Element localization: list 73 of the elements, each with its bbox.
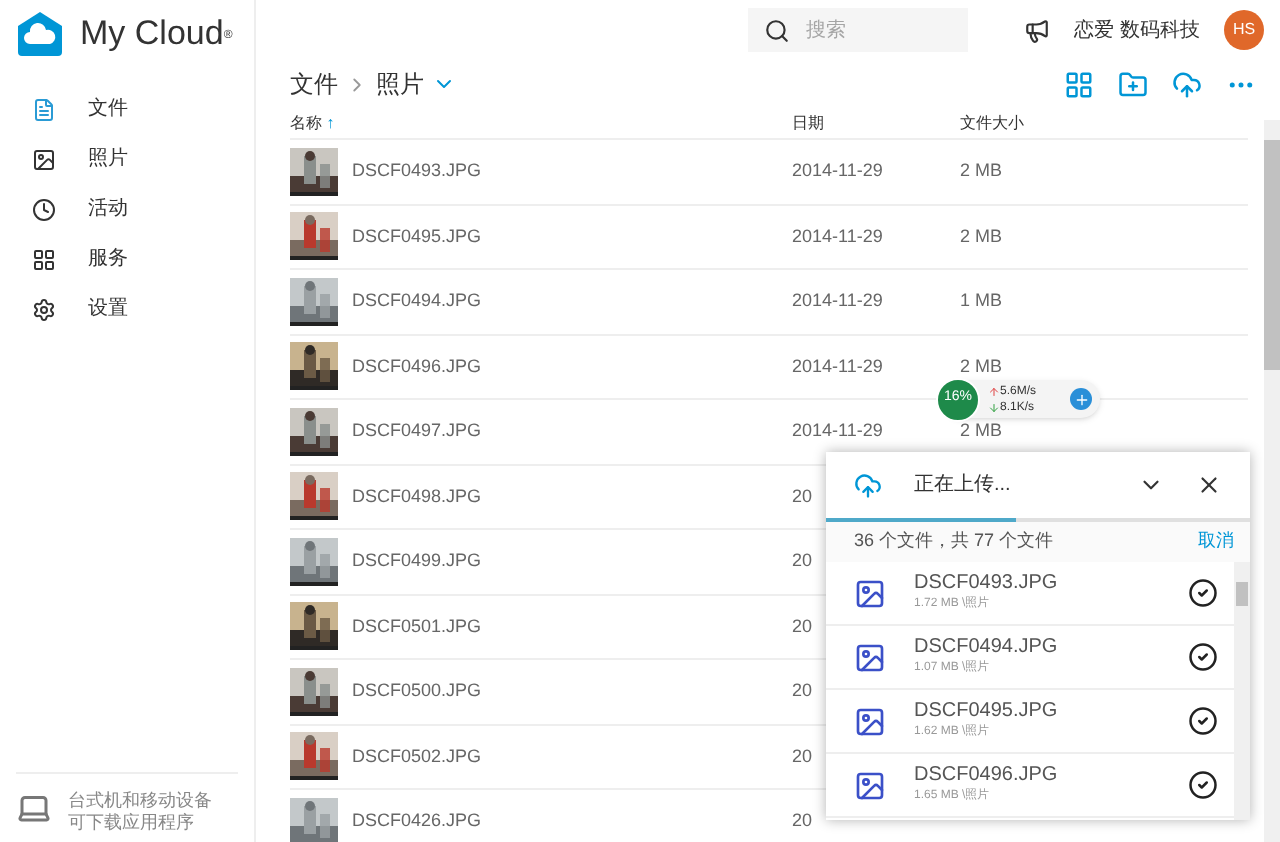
plus-icon	[1073, 391, 1089, 407]
date-cell-text: 20	[792, 483, 813, 509]
size-cell-text: 1 MB	[960, 288, 1005, 314]
file-name[interactable]: DSCF0495.JPG	[352, 223, 482, 250]
file-name[interactable]: DSCF0499.JPG	[352, 548, 482, 575]
date-cell-text: 20	[792, 548, 813, 574]
image-file-icon	[854, 769, 886, 801]
upload-file-name: DSCF0493.JPG	[914, 572, 1058, 596]
clock-icon	[32, 197, 56, 221]
date-cell-text: 20	[792, 613, 813, 639]
file-icon	[32, 97, 56, 121]
expand-button[interactable]	[1070, 388, 1092, 410]
file-name[interactable]: DSCF0494.JPG	[352, 288, 482, 315]
file-name[interactable]: DSCF0501.JPG	[352, 613, 482, 640]
megaphone-icon	[1024, 17, 1051, 43]
file-name[interactable]: DSCF0497.JPG	[352, 418, 482, 445]
size-cell-text: 2 MB	[960, 353, 1005, 379]
grid-view-icon[interactable]	[1064, 69, 1094, 99]
file-name[interactable]: DSCF0496.JPG	[352, 353, 482, 380]
size-cell-text: 2 MB	[960, 418, 1005, 444]
date-cell-text: 20	[792, 678, 813, 704]
new-folder-icon[interactable]	[1118, 69, 1148, 99]
column-header[interactable]: 日期	[792, 111, 960, 135]
date-cell-text: 20	[792, 743, 813, 769]
sidebar-item[interactable]: 照片	[0, 134, 254, 184]
panel-scrollbar[interactable]	[1234, 562, 1250, 820]
column-header[interactable]: 文件大小	[960, 111, 1248, 135]
column-header[interactable]: 名称 ↑	[290, 111, 792, 135]
arrow-down-icon	[988, 401, 1000, 413]
date-cell-text: 2014-11-29	[792, 223, 883, 249]
user-avatar[interactable]: HS	[1224, 10, 1264, 50]
upload-file-name: DSCF0495.JPG	[914, 700, 1058, 724]
date-cell-text: 2014-11-29	[792, 353, 883, 379]
user-name[interactable]: 恋爱 数码科技	[1074, 15, 1200, 45]
current-folder[interactable]: 照片	[376, 66, 424, 102]
cancel-link[interactable]: 取消	[1198, 528, 1234, 556]
image-file-icon	[854, 577, 886, 609]
gear-icon	[32, 297, 56, 321]
file-name[interactable]: DSCF0426.JPG	[352, 808, 482, 835]
image-file-icon	[854, 641, 886, 673]
upload-icon[interactable]	[1172, 69, 1202, 99]
file-name[interactable]: DSCF0493.JPG	[352, 158, 482, 185]
upload-file-name: DSCF0496.JPG	[914, 764, 1058, 788]
upload-icon	[854, 471, 882, 499]
upload-summary: 36 个文件，共 77 个文件	[854, 528, 1054, 555]
sidebar-item[interactable]: 设置	[0, 284, 254, 334]
devices-icon	[16, 790, 52, 826]
size-cell-text: 2 MB	[960, 158, 1005, 184]
size-cell-text: 2 MB	[960, 223, 1005, 249]
file-name[interactable]: DSCF0500.JPG	[352, 678, 482, 705]
panel-title: 正在上传...	[914, 471, 1011, 500]
cloud-logo-icon	[16, 10, 64, 58]
breadcrumb-link[interactable]: 文件	[290, 66, 338, 102]
date-cell-text: 2014-11-29	[792, 418, 883, 444]
sidebar-item[interactable]: 文件	[0, 84, 254, 134]
close-icon[interactable]	[1196, 472, 1222, 498]
image-icon	[32, 147, 56, 171]
arrow-up-icon	[988, 385, 1000, 397]
grid-icon	[32, 247, 56, 271]
file-name[interactable]: DSCF0502.JPG	[352, 743, 482, 770]
date-cell-text: 20	[792, 808, 813, 834]
date-cell-text: 2014-11-29	[792, 158, 883, 184]
image-file-icon	[854, 705, 886, 737]
app-name: My Cloud$^{®}$	[80, 12, 233, 57]
search-icon	[764, 17, 791, 43]
download-apps-link[interactable]: 台式机和移动设备可下载应用程序	[68, 790, 228, 834]
upload-file-name: DSCF0494.JPG	[914, 636, 1058, 660]
file-name[interactable]: DSCF0498.JPG	[352, 483, 482, 510]
page-scrollbar[interactable]	[1264, 120, 1280, 842]
search-field[interactable]: 搜索	[748, 8, 969, 52]
sidebar-item[interactable]: 活动	[0, 184, 254, 234]
sidebar-item[interactable]: 服务	[0, 234, 254, 284]
date-cell-text: 2014-11-29	[792, 288, 883, 314]
